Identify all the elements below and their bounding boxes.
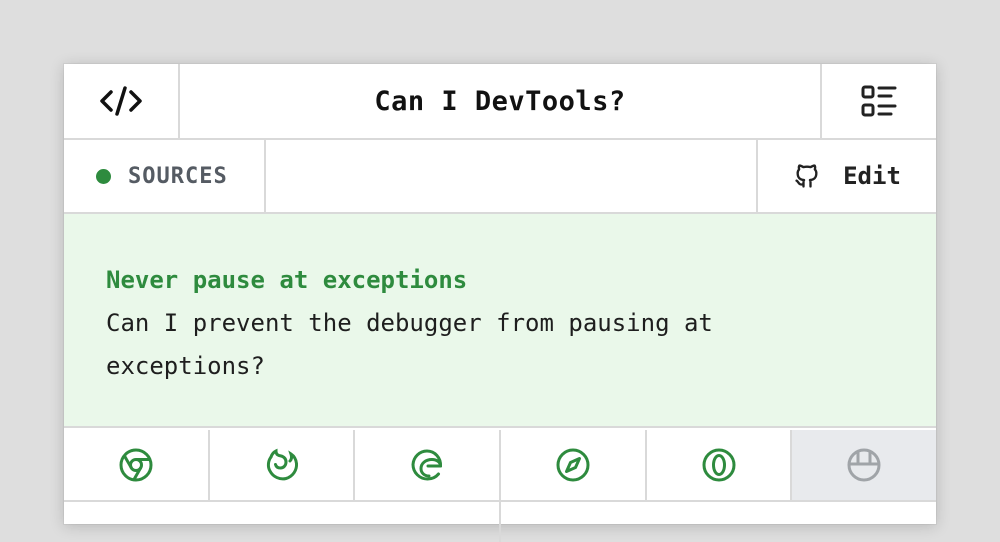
browser-safari[interactable]	[501, 430, 647, 500]
lower-panel	[64, 502, 501, 542]
edge-icon	[411, 449, 443, 481]
browser-edge[interactable]	[355, 430, 502, 500]
code-icon	[100, 86, 142, 116]
sub-toolbar: SOURCES Edit	[64, 140, 936, 214]
tip-content: Never pause at exceptions Can I prevent …	[64, 214, 936, 428]
lower-section	[64, 502, 936, 542]
browser-chrome[interactable]	[64, 430, 210, 500]
chrome-icon	[119, 448, 153, 482]
edit-button[interactable]: Edit	[756, 140, 936, 212]
home-button[interactable]	[64, 64, 180, 138]
opera-icon	[702, 448, 736, 482]
polypane-icon	[847, 448, 881, 482]
tip-card: Can I DevTools? SOURCES Edit Never pause…	[64, 64, 937, 542]
tip-title: Never pause at exceptions	[106, 266, 468, 294]
category-label: SOURCES	[128, 163, 228, 189]
github-icon	[795, 164, 818, 188]
list-button[interactable]	[820, 64, 936, 138]
edit-label: Edit	[843, 162, 901, 190]
category-link[interactable]: SOURCES	[64, 140, 266, 212]
header: Can I DevTools?	[64, 64, 936, 140]
firefox-icon	[266, 448, 298, 481]
tip-description-line: Can I prevent the debugger from pausing …	[106, 309, 713, 337]
browser-support-bar	[64, 430, 937, 502]
page-title: Can I DevTools?	[374, 85, 626, 117]
safari-icon	[556, 448, 590, 482]
tip-description-line: exceptions?	[106, 352, 265, 380]
category-dot-icon	[96, 168, 111, 184]
browser-polypane[interactable]	[792, 430, 937, 500]
list-icon	[861, 85, 897, 117]
tip-description: Can I prevent the debugger from pausing …	[106, 302, 894, 388]
browser-firefox[interactable]	[210, 430, 356, 500]
browser-opera[interactable]	[647, 430, 793, 500]
